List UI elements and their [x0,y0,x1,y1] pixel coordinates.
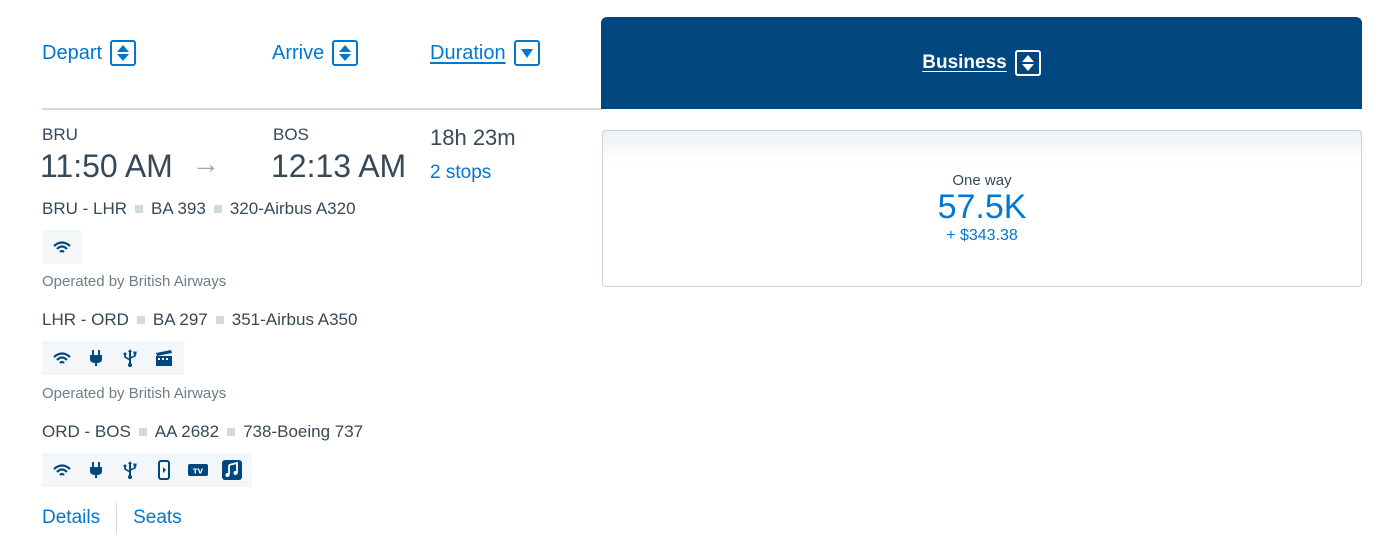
segment-route: BRU - LHR [42,199,128,218]
link-divider [116,503,118,533]
sort-down-icon [513,40,540,66]
segment-2-operator: Operated by British Airways [42,385,227,402]
taxes-fees: + $343.38 [946,226,1018,244]
segment-flight-number: AA 2682 [154,422,220,441]
header-divider [42,108,602,110]
sort-up-down-icon [1014,50,1041,76]
sort-arrive-button[interactable]: Arrive [272,40,359,66]
segment-2-amenities [42,341,184,375]
arrow-right-icon: → [192,148,220,179]
tv-icon: TV [186,459,210,481]
flight-links: Details Seats [42,503,182,533]
trip-type-label: One way [952,172,1012,190]
segment-1-amenities [42,230,82,264]
duration-label: Duration [430,41,506,64]
separator-square [227,428,236,436]
wifi-icon [50,347,74,369]
segment-1-operator: Operated by British Airways [42,273,227,290]
segment-aircraft: 320-Airbus A320 [229,199,356,218]
business-label: Business [922,52,1007,73]
power-plug-icon [84,347,108,369]
separator-square [136,316,145,324]
miles-price: 57.5K [937,188,1027,227]
separator-square [215,316,224,324]
segment-aircraft: 351-Airbus A350 [231,310,358,329]
sort-up-down-icon [332,40,359,66]
power-plug-icon [84,459,108,481]
sort-depart-button[interactable]: Depart [42,40,137,66]
arrive-time: 12:13 AM [271,148,407,184]
arrive-label: Arrive [272,41,325,64]
device-entertainment-icon [152,459,176,481]
segment-aircraft: 738-Boeing 737 [243,422,364,441]
destination-code: BOS [273,125,309,144]
usb-icon [118,347,142,369]
depart-time: 11:50 AM [40,148,173,184]
segment-2-info: LHR - ORD BA 297 351-Airbus A350 [42,310,357,330]
seats-link[interactable]: Seats [133,507,182,529]
segment-route: ORD - BOS [42,422,131,441]
trip-duration: 18h 23m [430,125,516,150]
separator-square [138,428,147,436]
segment-flight-number: BA 297 [152,310,208,329]
segment-1-info: BRU - LHR BA 393 320-Airbus A320 [42,199,356,219]
business-price-card[interactable]: One way 57.5K + $343.38 [602,130,1362,287]
segment-3-info: ORD - BOS AA 2682 738-Boeing 737 [42,422,363,442]
sort-business-button[interactable]: Business [922,50,1041,76]
details-link[interactable]: Details [42,507,100,529]
usb-icon [118,459,142,481]
segment-flight-number: BA 393 [151,199,206,218]
segment-route: LHR - ORD [42,310,129,329]
sort-duration-button[interactable]: Duration [430,40,540,66]
stops-link[interactable]: 2 stops [430,162,491,184]
music-icon [220,459,244,481]
svg-text:TV: TV [193,468,204,476]
business-column-header: Business [601,17,1362,109]
wifi-icon [50,236,74,258]
separator-square [213,205,222,213]
video-icon [152,347,176,369]
segment-3-amenities: TV [42,453,252,487]
separator-square [135,205,144,213]
sort-up-down-icon [110,40,137,66]
wifi-icon [50,459,74,481]
depart-label: Depart [42,41,103,64]
origin-code: BRU [42,125,78,144]
